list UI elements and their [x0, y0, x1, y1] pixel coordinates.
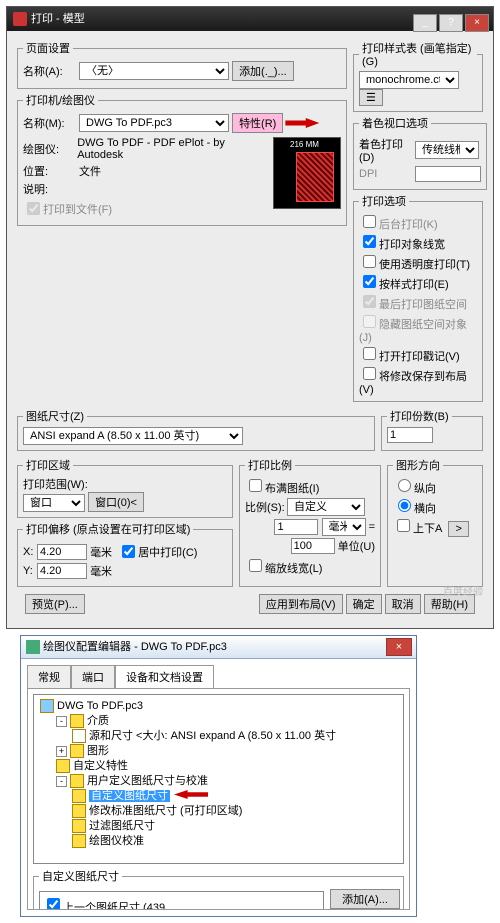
tab-device[interactable]: 设备和文档设置	[115, 665, 214, 688]
desc-label: 说明:	[23, 181, 79, 197]
size1-checkbox[interactable]	[47, 898, 60, 910]
graph-icon	[70, 744, 84, 758]
shade-select[interactable]: 传统线框	[415, 141, 479, 159]
help-button[interactable]: ?	[439, 14, 463, 31]
offset-x-input[interactable]	[37, 544, 87, 560]
style-edit-button[interactable]: ☰	[359, 89, 383, 106]
plotter-label: 绘图仪:	[23, 141, 77, 157]
printer-name-label: 名称(M):	[23, 115, 79, 131]
scale-legend: 打印比例	[245, 457, 295, 473]
arrow-left-icon	[174, 790, 208, 799]
title: 打印 - 模型	[31, 13, 85, 25]
pcal-icon	[72, 834, 86, 848]
close-button2[interactable]: ×	[386, 638, 412, 656]
expand-icon[interactable]: +	[56, 746, 67, 757]
window-button[interactable]: 窗口(0)<	[88, 492, 144, 512]
tofile-label: 打印到文件(F)	[43, 201, 112, 217]
properties-button[interactable]: 特性(R)	[232, 113, 283, 133]
add-size-button[interactable]: 添加(A)...	[330, 889, 400, 909]
opt8-checkbox[interactable]	[363, 367, 376, 380]
collapse-icon2[interactable]: -	[56, 776, 67, 787]
papersize-legend: 图纸尺寸(Z)	[23, 408, 87, 424]
viewport-legend: 着色视口选项	[359, 115, 431, 131]
range-select[interactable]: 窗口	[23, 494, 85, 512]
collapse-icon[interactable]: -	[56, 716, 67, 727]
flt-icon	[72, 819, 86, 833]
dpi-input	[415, 166, 481, 182]
size-list[interactable]: 上一个图纸尺寸 (439... 用户 1 (440.00 x 2000...	[39, 891, 324, 910]
tofile-checkbox	[27, 202, 40, 215]
expand-button[interactable]: >	[448, 521, 468, 537]
title2: 绘图仪配置编辑器 - DWG To PDF.pc3	[43, 641, 227, 653]
close-button[interactable]: ×	[465, 14, 489, 31]
papersize-select[interactable]: ANSI expand A (8.50 x 11.00 英寸)	[23, 427, 243, 445]
arrow-right-icon	[285, 118, 319, 128]
custom-size-legend: 自定义图纸尺寸	[39, 868, 122, 884]
opt4-checkbox[interactable]	[363, 275, 376, 288]
pagesetup-name-select[interactable]: 〈无〉	[79, 62, 229, 80]
scale-select[interactable]: 自定义	[287, 498, 365, 516]
opt2-checkbox[interactable]	[363, 235, 376, 248]
unit-select[interactable]: 毫米	[322, 518, 366, 536]
copies-input[interactable]	[387, 427, 433, 443]
opt1-checkbox[interactable]	[363, 215, 376, 228]
tree-selected[interactable]: 自定义图纸尺寸	[89, 790, 170, 802]
fit-checkbox[interactable]	[249, 479, 262, 492]
usize-icon	[72, 789, 86, 803]
opt6-checkbox	[363, 315, 376, 328]
tree[interactable]: DWG To PDF.pc3 -介质 源和尺寸 <大小: ANSI expand…	[33, 694, 404, 864]
preview-button[interactable]: 预览(P)...	[25, 594, 85, 614]
min-button[interactable]: _	[413, 14, 437, 31]
app-icon	[13, 12, 27, 26]
location-value: 文件	[79, 163, 101, 179]
ok-button[interactable]: 确定	[346, 594, 382, 614]
opt3-checkbox[interactable]	[363, 255, 376, 268]
tab-port[interactable]: 端口	[71, 665, 115, 688]
pc3-icon	[40, 699, 54, 713]
landscape-radio[interactable]	[398, 499, 411, 512]
watermark: 百度经验	[443, 583, 483, 598]
unit2-input[interactable]	[291, 538, 335, 554]
ucal-icon	[70, 774, 84, 788]
printer-legend: 打印机/绘图仪	[23, 92, 98, 108]
page-setup-legend: 页面设置	[23, 40, 73, 56]
media-icon	[70, 714, 84, 728]
plotter-value: DWG To PDF - PDF ePlot - by Autodesk	[77, 137, 267, 161]
location-label: 位置:	[23, 163, 79, 179]
area-legend: 打印区域	[23, 457, 73, 473]
style-select[interactable]: monochrome.ctb	[359, 71, 459, 89]
add-button[interactable]: 添加(._)...	[232, 61, 294, 81]
shade-label: 着色打印(D)	[359, 136, 415, 164]
printer-name-select[interactable]: DWG To PDF.pc3	[79, 114, 229, 132]
offset-legend: 打印偏移 (原点设置在可打印区域)	[23, 521, 193, 537]
opt5-checkbox	[363, 295, 376, 308]
orient-legend: 图形方向	[393, 457, 443, 473]
lineweight-checkbox[interactable]	[249, 559, 262, 572]
mstd-icon	[72, 804, 86, 818]
upside-checkbox[interactable]	[397, 519, 410, 532]
plotter-icon	[26, 640, 40, 654]
options-legend: 打印选项	[359, 193, 409, 209]
cancel-button[interactable]: 取消	[385, 594, 421, 614]
style-legend: 打印样式表 (画笔指定)(G)	[359, 40, 477, 68]
dpi-label: DPI	[359, 168, 415, 180]
pagesetup-name-label: 名称(A):	[23, 63, 79, 79]
range-label: 打印范围(W):	[23, 479, 88, 491]
opt7-checkbox[interactable]	[363, 347, 376, 360]
tab-general[interactable]: 常规	[27, 665, 71, 688]
offset-y-input[interactable]	[37, 563, 87, 579]
portrait-radio[interactable]	[398, 479, 411, 492]
source-icon	[72, 729, 86, 743]
unit1-input[interactable]	[274, 519, 318, 535]
paper-preview: 216 MM	[273, 137, 341, 209]
center-checkbox[interactable]	[122, 545, 135, 558]
copies-legend: 打印份数(B)	[387, 408, 452, 424]
cust-icon	[56, 759, 70, 773]
apply-button[interactable]: 应用到布局(V)	[259, 594, 343, 614]
